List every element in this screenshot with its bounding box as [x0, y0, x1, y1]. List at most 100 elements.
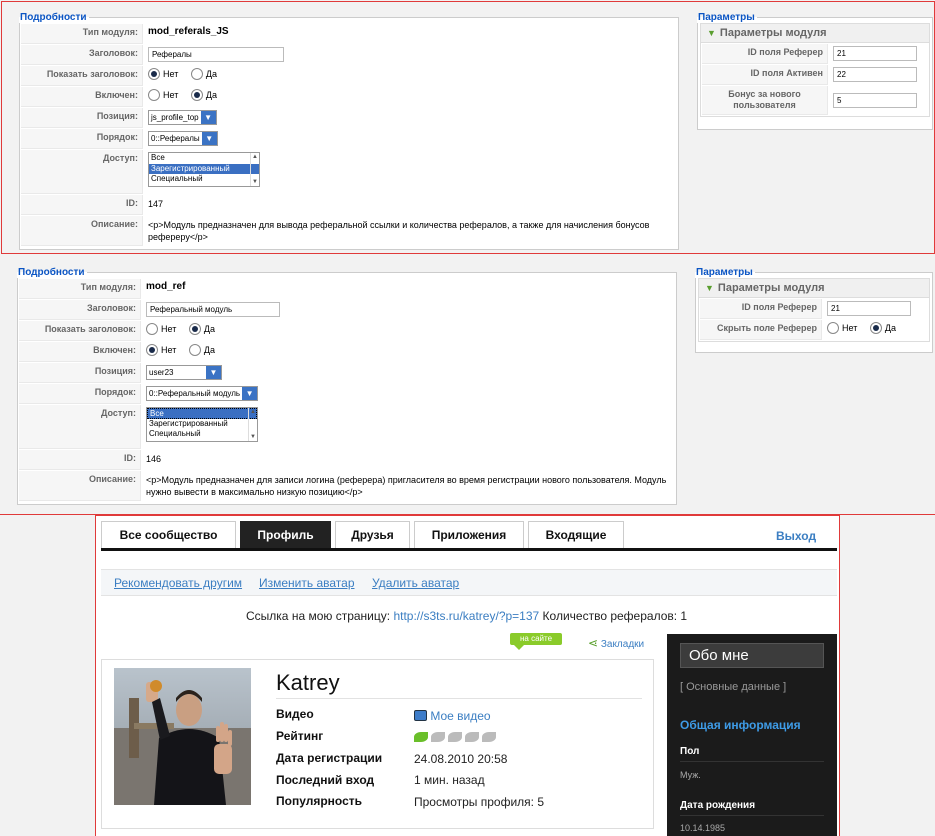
access-listbox[interactable]: Все Зарегистрированный Специальный ▲ ▼ [148, 152, 260, 187]
params-header-2[interactable]: ▼ Параметры модуля [699, 279, 929, 298]
tab-inbox[interactable]: Входящие [528, 521, 624, 548]
enabled-yes-label: Да [203, 345, 215, 355]
params-legend-2: Параметры [696, 267, 753, 278]
order-label: Порядок: [21, 129, 143, 149]
last-login-label: Последний вход [276, 773, 375, 787]
chevron-down-icon[interactable]: ▼ [200, 111, 216, 124]
position-label: Позиция: [19, 363, 141, 383]
param-referrer-id-label: ID поля Реферер [700, 299, 822, 319]
popularity-value: Просмотры профиля: 5 [414, 795, 545, 809]
about-me-header[interactable]: Обо мне [680, 643, 824, 668]
position-select-value: user23 [149, 368, 174, 377]
access-listbox[interactable]: Все Зарегистрированный Специальный ▲ ▼ [146, 407, 258, 442]
access-option[interactable]: Зарегистрированный [147, 419, 257, 430]
recommend-link[interactable]: Рекомендовать другим [114, 576, 242, 590]
show-title-yes-label: Да [205, 69, 217, 79]
description-label: Описание: [21, 216, 143, 246]
show-title-yes-radio[interactable] [190, 68, 203, 80]
access-option-selected[interactable]: Все [147, 408, 257, 419]
hide-referrer-no-label: Нет [842, 323, 858, 333]
details-fieldset-2: Подробности Тип модуля: mod_ref Заголово… [17, 267, 677, 505]
access-label: Доступ: [19, 405, 141, 449]
listbox-scrollbar[interactable]: ▲ ▼ [250, 153, 259, 186]
access-option-selected[interactable]: Зарегистрированный [149, 163, 259, 174]
param-bonus-input[interactable]: 5 [833, 93, 917, 108]
id-value: 146 [146, 454, 162, 464]
tabs-underline [101, 548, 837, 551]
order-select[interactable]: 0::Рефералы ▼ [148, 131, 218, 146]
online-badge: на сайте [510, 633, 562, 650]
access-option[interactable]: Специальный [147, 429, 257, 440]
enabled-yes-radio[interactable] [188, 344, 201, 356]
bookmarks-button[interactable]: ⋖ Закладки [588, 636, 644, 650]
enabled-no-radio[interactable] [146, 344, 158, 356]
title-input[interactable]: Реферальный модуль [146, 302, 280, 317]
param-bonus-label: Бонус за нового пользователя [702, 86, 828, 115]
basic-data-link[interactable]: [ Основные данные ] [680, 681, 786, 693]
position-select[interactable]: js_profile_top ▼ [148, 110, 217, 125]
show-title-label: Показать заголовок: [19, 321, 141, 341]
rating-leaf-icon[interactable] [414, 732, 428, 742]
module-type-label: Тип модуля: [19, 279, 141, 299]
title-input[interactable]: Рефералы [148, 47, 284, 62]
tab-apps[interactable]: Приложения [414, 521, 524, 548]
chevron-down-icon[interactable]: ▼ [242, 387, 258, 400]
access-option[interactable]: Все [149, 153, 259, 164]
position-select[interactable]: user23 ▼ [146, 365, 222, 380]
last-login-value: 1 мин. назад [414, 773, 485, 787]
tab-profile[interactable]: Профиль [240, 521, 331, 548]
expand-triangle-icon: ▼ [705, 283, 714, 293]
id-label: ID: [19, 450, 141, 470]
delete-avatar-link[interactable]: Удалить аватар [372, 576, 459, 590]
referral-count: Количество рефералов: 1 [542, 609, 688, 623]
popularity-label: Популярность [276, 794, 363, 808]
logout-link[interactable]: Выход [776, 529, 816, 543]
chevron-down-icon[interactable]: ▼ [201, 132, 217, 145]
show-title-no-label: Нет [163, 69, 179, 79]
expand-triangle-icon: ▼ [707, 28, 716, 38]
username-divider [276, 698, 642, 699]
enabled-label: Включен: [21, 87, 143, 107]
params-header-1[interactable]: ▼ Параметры модуля [701, 24, 929, 43]
show-title-no-radio[interactable] [148, 68, 160, 80]
order-select[interactable]: 0::Реферальный модуль ▼ [146, 386, 259, 401]
module-type-label: Тип модуля: [21, 24, 143, 44]
id-value: 147 [148, 199, 164, 209]
video-link[interactable]: Мое видео [414, 709, 491, 723]
rating-leaf-icon[interactable] [448, 732, 462, 742]
show-title-no-label: Нет [161, 324, 177, 334]
general-info-heading: Общая информация [680, 718, 801, 732]
param-referrer-id-input[interactable]: 21 [827, 301, 911, 316]
chevron-down-icon[interactable]: ▼ [206, 366, 221, 379]
access-option[interactable]: Специальный [149, 174, 259, 185]
tab-community[interactable]: Все сообщество [101, 521, 236, 548]
order-select-value: 0::Рефералы [151, 134, 200, 143]
show-title-no-radio[interactable] [146, 323, 158, 335]
enabled-no-radio[interactable] [148, 89, 160, 101]
enabled-yes-radio[interactable] [190, 89, 203, 101]
params-fieldset-2: Параметры ▼ Параметры модуля ID поля Рефе… [695, 267, 933, 353]
dob-value: 10.14.1985 [680, 823, 726, 833]
hide-referrer-no-radio[interactable] [827, 322, 839, 334]
rating-leaf-icon[interactable] [465, 732, 479, 742]
params-legend-1: Параметры [698, 12, 755, 23]
hide-referrer-yes-label: Да [884, 323, 896, 333]
rating-leaf-icon[interactable] [482, 732, 496, 742]
param-hide-referrer-label: Скрыть поле Реферер [700, 320, 822, 340]
param-referrer-id-input[interactable]: 21 [833, 46, 917, 61]
listbox-scrollbar[interactable]: ▲ ▼ [248, 408, 257, 441]
param-active-id-input[interactable]: 22 [833, 67, 917, 82]
hide-referrer-yes-radio[interactable] [869, 322, 882, 334]
show-title-label: Показать заголовок: [21, 66, 143, 86]
avatar [114, 668, 251, 805]
title-label: Заголовок: [21, 45, 143, 65]
show-title-yes-radio[interactable] [188, 323, 201, 335]
details-table-1: Тип модуля: mod_referals_JS Заголовок: Р… [20, 23, 678, 247]
description-value: <p>Модуль предназначен для вывода рефера… [148, 220, 650, 242]
rating-leaf-icon[interactable] [431, 732, 445, 742]
tab-friends[interactable]: Друзья [335, 521, 410, 548]
param-active-id-label: ID поля Активен [702, 65, 828, 85]
rating-stars[interactable] [414, 732, 496, 742]
change-avatar-link[interactable]: Изменить аватар [259, 576, 355, 590]
referral-link[interactable]: http://s3ts.ru/katrey/?p=137 [393, 609, 539, 623]
